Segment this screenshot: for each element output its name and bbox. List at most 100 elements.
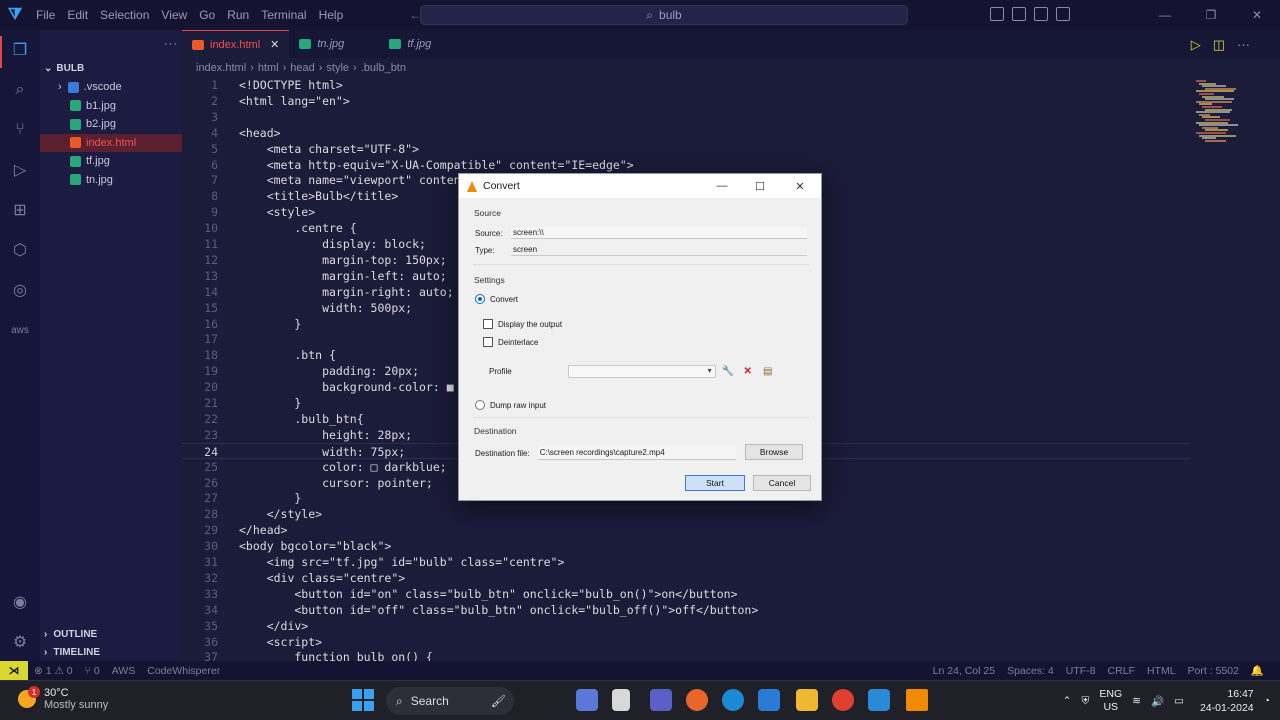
taskbar-search[interactable]: ⌕ Search 🖌 [386, 687, 514, 715]
browse-button[interactable]: Browse [745, 444, 803, 460]
sidebar-item-b2[interactable]: b2.jpg [40, 115, 182, 134]
tab-tn-jpg[interactable]: tn.jpg [289, 30, 379, 58]
minimize-icon[interactable]: — [1142, 0, 1188, 30]
split-editor-icon[interactable]: ◫ [1213, 37, 1225, 53]
customize-layout-icon[interactable] [1056, 7, 1070, 21]
vlc-icon[interactable] [906, 689, 928, 711]
file-explorer-icon[interactable] [796, 689, 818, 711]
vscode-taskbar-icon[interactable] [868, 689, 890, 711]
cursor-position[interactable]: Ln 24, Col 25 [927, 665, 1001, 677]
line-ending[interactable]: CRLF [1102, 665, 1141, 677]
code-line[interactable]: 35 </div> [182, 618, 1190, 634]
dialog-titlebar[interactable]: Convert — ☐ ✕ [459, 174, 821, 198]
maximize-icon[interactable]: ☐ [741, 174, 779, 198]
task-view-icon[interactable] [612, 689, 630, 711]
weather-widget[interactable]: 1 30°C Mostly sunny [18, 686, 108, 711]
close-tab-icon[interactable]: ✕ [270, 38, 279, 51]
breadcrumb-item[interactable]: style [326, 62, 349, 74]
code-line[interactable]: 2 <html lang="en"> [182, 93, 1190, 109]
new-profile-icon[interactable]: ▤ [760, 364, 776, 378]
code-line[interactable]: 31 <img src="tf.jpg" id="bulb" class="ce… [182, 554, 1190, 570]
aws-indicator[interactable]: AWS [106, 665, 142, 677]
menu-terminal[interactable]: Terminal [255, 8, 312, 22]
run-debug-icon[interactable]: ▷ [8, 158, 32, 182]
aws-icon[interactable]: aws [8, 318, 32, 342]
run-icon[interactable]: ▷ [1191, 37, 1201, 53]
menu-run[interactable]: Run [221, 8, 255, 22]
folder-header[interactable]: ⌄ BULB [40, 58, 182, 78]
edge-icon[interactable] [722, 689, 744, 711]
breadcrumb-item[interactable]: head [290, 62, 314, 74]
copilot-icon[interactable] [576, 689, 598, 711]
menu-view[interactable]: View [155, 8, 193, 22]
chevron-up-icon[interactable]: ⌃ [1063, 695, 1072, 707]
close-icon[interactable]: ✕ [781, 174, 819, 198]
language-mode[interactable]: HTML [1141, 665, 1182, 677]
clock[interactable]: 16:47 24-01-2024 [1200, 687, 1254, 715]
close-icon[interactable]: ✕ [1234, 0, 1280, 30]
sidebar-item-tf[interactable]: tf.jpg [40, 152, 182, 171]
profile-select[interactable] [567, 364, 716, 378]
remote-explorer-icon[interactable]: ⬡ [8, 238, 32, 262]
teams-icon[interactable] [650, 689, 672, 711]
firefox-icon[interactable] [686, 689, 708, 711]
sidebar-item-b1[interactable]: b1.jpg [40, 97, 182, 116]
edge-devtools-icon[interactable]: ◎ [8, 278, 32, 302]
convert-radio[interactable]: Convert [475, 294, 518, 304]
outline-section[interactable]: › OUTLINE [40, 625, 182, 643]
dump-raw-radio[interactable]: Dump raw input [475, 400, 546, 410]
explorer-icon[interactable]: ❐ [8, 38, 32, 62]
codewhisperer-indicator[interactable]: CodeWhisperer [141, 665, 226, 677]
ports-indicator[interactable]: ⑂ 0 [79, 665, 106, 677]
display-output-checkbox[interactable]: Display the output [483, 319, 562, 329]
more-actions-icon[interactable]: ··· [40, 30, 182, 58]
breadcrumb-item[interactable]: index.html [196, 62, 246, 74]
edit-profile-wrench-icon[interactable]: 🔧 [720, 364, 736, 378]
code-line[interactable]: 1 <!DOCTYPE html> [182, 77, 1190, 93]
settings-gear-icon[interactable]: ⚙ [8, 630, 32, 654]
minimap[interactable] [1190, 76, 1280, 661]
language-indicator[interactable]: ENG US [1099, 688, 1122, 714]
code-line[interactable]: 28 </style> [182, 506, 1190, 522]
security-icon[interactable]: ⛨ [1081, 695, 1089, 708]
code-line[interactable]: 3 [182, 109, 1190, 125]
code-line[interactable]: 36 <script> [182, 634, 1190, 650]
breadcrumb-item[interactable]: html [258, 62, 279, 74]
code-line[interactable]: 33 <button id="on" class="bulb_btn" oncl… [182, 586, 1190, 602]
sidebar-item-vscode[interactable]: › .vscode [40, 78, 182, 97]
deinterlace-checkbox[interactable]: Deinterlace [483, 337, 538, 347]
live-server-port[interactable]: Port : 5502 [1182, 665, 1245, 677]
tab-index-html[interactable]: index.html ✕ [182, 30, 290, 58]
extensions-icon[interactable]: ⊞ [8, 198, 32, 222]
menu-file[interactable]: File [30, 8, 61, 22]
wifi-icon[interactable]: ≋ [1132, 695, 1141, 707]
encoding[interactable]: UTF-8 [1060, 665, 1102, 677]
code-line[interactable]: 32 <div class="centre"> [182, 570, 1190, 586]
menu-edit[interactable]: Edit [61, 8, 94, 22]
code-line[interactable]: 29 </head> [182, 522, 1190, 538]
sidebar-item-tn[interactable]: tn.jpg [40, 171, 182, 190]
breadcrumb-item[interactable]: .bulb_btn [361, 62, 406, 74]
toggle-panel-icon[interactable] [1012, 7, 1026, 21]
menu-help[interactable]: Help [313, 8, 350, 22]
code-line[interactable]: 5 <meta charset="UTF-8"> [182, 141, 1190, 157]
chrome-icon[interactable] [832, 689, 854, 711]
code-line[interactable]: 37 function bulb_on() { [182, 649, 1190, 661]
notifications-icon[interactable]: ◔ [1264, 695, 1270, 707]
delete-profile-icon[interactable]: ✕ [740, 364, 756, 378]
tab-tf-jpg[interactable]: tf.jpg [379, 30, 469, 58]
notifications-bell-icon[interactable]: 🔔 [1245, 664, 1270, 677]
problems-indicator[interactable]: ⊗ 1 ⚠ 0 [28, 665, 79, 677]
volume-icon[interactable]: 🔊 [1151, 695, 1164, 708]
start-button[interactable]: Start [685, 475, 745, 491]
sidebar-item-index[interactable]: index.html [40, 133, 182, 152]
code-line[interactable]: 6 <meta http-equiv="X-UA-Compatible" con… [182, 157, 1190, 173]
code-line[interactable]: 30 <body bgcolor="black"> [182, 538, 1190, 554]
menu-go[interactable]: Go [193, 8, 221, 22]
account-icon[interactable]: ◉ [8, 590, 32, 614]
indentation[interactable]: Spaces: 4 [1001, 665, 1060, 677]
toggle-secondary-sidebar-icon[interactable] [1034, 7, 1048, 21]
timeline-section[interactable]: › TIMELINE [40, 643, 182, 661]
store-icon[interactable] [758, 689, 780, 711]
remote-indicator-icon[interactable]: ⋊ [0, 661, 28, 680]
